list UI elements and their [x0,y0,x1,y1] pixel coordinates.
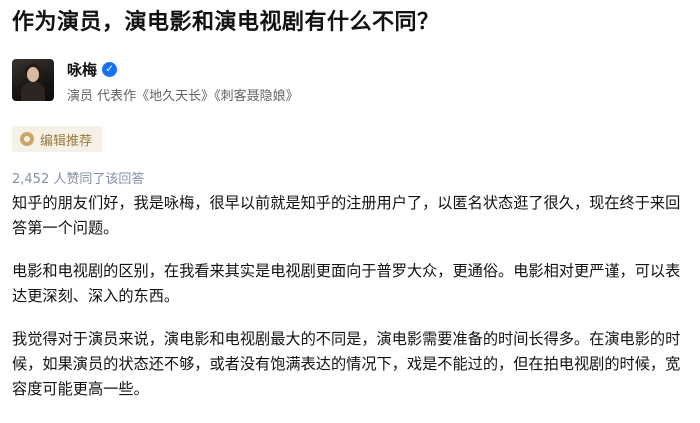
author-name-row: 咏梅 ✓ [67,59,299,79]
author-info: 咏梅 ✓ 演员 代表作《地久天长》《刺客聂隐娘》 [12,59,688,104]
author-headline: 演员 代表作《地久天长》《刺客聂隐娘》 [67,89,299,104]
answer-paragraph: 我觉得对于演员来说，演电影和电视剧最大的不同是，演电影需要准备的时间长得多。在演… [12,330,681,398]
editor-pick-badge[interactable]: 编辑推荐 [12,126,103,152]
editor-pick-icon [20,132,34,146]
author-meta: 咏梅 ✓ 演员 代表作《地久天长》《刺客聂隐娘》 [67,59,299,105]
avatar-body [21,82,45,101]
answer-page: 作为演员，演电影和演电视剧有什么不同？ 咏梅 ✓ 演员 代表作《地久天长》《刺客… [0,0,700,423]
author-name[interactable]: 咏梅 [67,59,97,80]
answer-paragraph: 电影和电视剧的区别，在我看来其实是电视剧更面向于普罗大众，更通俗。电影相对更严谨… [12,262,681,305]
avatar[interactable] [12,59,54,101]
answer-content: 知乎的朋友们好，我是咏梅，很早以前就是知乎的注册用户了，以匿名状态逛了很久，现在… [12,191,688,402]
verified-check-icon: ✓ [102,61,118,77]
avatar-face [27,67,39,82]
vote-summary[interactable]: 2,452 人赞同了该回答 [12,168,688,187]
answer-paragraph: 知乎的朋友们好，我是咏梅，很早以前就是知乎的注册用户了，以匿名状态逛了很久，现在… [12,194,681,237]
badge-label: 编辑推荐 [40,133,93,149]
question-title[interactable]: 作为演员，演电影和演电视剧有什么不同？ [12,0,688,40]
